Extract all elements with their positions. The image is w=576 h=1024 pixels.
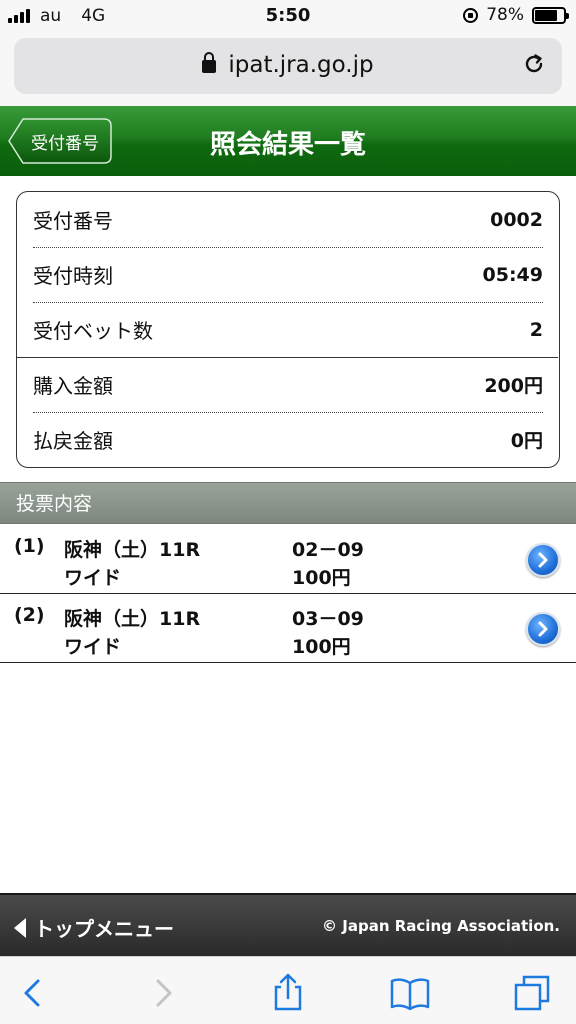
- page-title: 照会結果一覧: [209, 130, 366, 160]
- rotation-lock-icon: [463, 7, 479, 23]
- url-text: ipat.jra.go.jp: [228, 52, 374, 78]
- top-menu-label: トップメニュー: [34, 917, 174, 941]
- copyright: © Japan Racing Association.: [322, 917, 560, 935]
- bet-combination: 02－09: [292, 539, 364, 561]
- info-row-receipt-time: 受付時刻 05:49: [33, 247, 543, 302]
- bet-amount: 100円: [292, 636, 351, 658]
- bet-type: ワイド: [64, 567, 122, 589]
- triangle-left-icon: [14, 917, 26, 938]
- bookmarks-icon[interactable]: [390, 973, 430, 1013]
- forward-icon[interactable]: [142, 973, 182, 1013]
- receipt-info-card: 受付番号 0002 受付時刻 05:49 受付ベット数 2 購入金額 200円 …: [16, 191, 560, 468]
- bet-row-2[interactable]: (2) 阪神（土）11R ワイド 03－09 100円: [0, 594, 576, 663]
- back-icon[interactable]: [14, 973, 54, 1013]
- share-icon[interactable]: [268, 973, 308, 1013]
- bet-race: 阪神（土）11R: [64, 608, 201, 630]
- lock-icon: [202, 52, 217, 73]
- address-bar[interactable]: ipat.jra.go.jp: [14, 38, 562, 94]
- bet-race: 阪神（土）11R: [64, 539, 201, 561]
- chevron-right-icon[interactable]: [526, 612, 560, 646]
- info-label: 受付番号: [33, 209, 113, 233]
- info-label: 払戻金額: [33, 429, 113, 453]
- status-bar: au 4G 5:50 78%: [0, 0, 576, 34]
- status-right: 78%: [463, 5, 569, 25]
- info-label: 受付ベット数: [33, 319, 153, 343]
- page-header: 受付番号 照会結果一覧: [0, 106, 576, 176]
- info-row-receipt-number: 受付番号 0002: [33, 192, 543, 247]
- tabs-icon[interactable]: [512, 973, 552, 1013]
- battery-fill: [535, 9, 557, 21]
- chevron-right-icon[interactable]: [526, 543, 560, 577]
- bet-type: ワイド: [64, 636, 122, 658]
- url-display[interactable]: ipat.jra.go.jp: [14, 52, 562, 78]
- bet-row-1[interactable]: (1) 阪神（土）11R ワイド 02－09 100円: [0, 525, 576, 594]
- info-value: 2: [529, 318, 543, 341]
- bet-combination: 03－09: [292, 608, 364, 630]
- info-label: 購入金額: [33, 374, 113, 398]
- reload-icon[interactable]: [522, 52, 546, 76]
- info-label: 受付時刻: [33, 264, 113, 288]
- battery-icon: [532, 6, 569, 24]
- footer: トップメニュー © Japan Racing Association.: [0, 893, 576, 956]
- info-row-purchase-amount: 購入金額 200円: [33, 357, 543, 412]
- info-value: 05:49: [482, 263, 543, 286]
- info-value: 0002: [490, 208, 543, 231]
- bet-number: (2): [14, 604, 45, 626]
- bet-amount: 100円: [292, 567, 351, 589]
- bet-number: (1): [14, 535, 45, 557]
- bets-section-header: 投票内容: [0, 482, 576, 524]
- info-value: 0円: [510, 430, 543, 452]
- browser-address-area: ipat.jra.go.jp: [0, 34, 576, 106]
- info-value: 200円: [484, 375, 543, 397]
- battery-percent: 78%: [486, 5, 524, 25]
- browser-toolbar: [0, 956, 576, 1024]
- top-menu-link[interactable]: トップメニュー: [14, 913, 174, 942]
- info-row-bet-count: 受付ベット数 2: [33, 302, 543, 357]
- info-row-payout-amount: 払戻金額 0円: [33, 412, 543, 467]
